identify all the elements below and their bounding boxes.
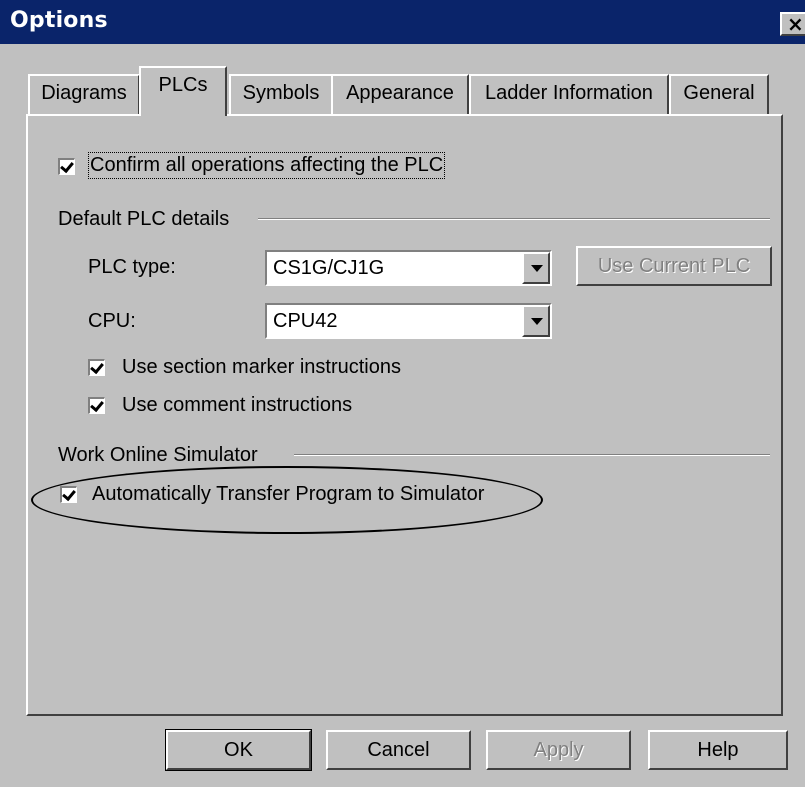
plc-type-select[interactable]: CS1G/CJ1G bbox=[265, 250, 552, 286]
plc-type-value: CS1G/CJ1G bbox=[273, 257, 385, 279]
close-icon: × bbox=[787, 12, 804, 36]
confirm-operations-checkbox[interactable] bbox=[58, 158, 75, 175]
plc-type-label: PLC type: bbox=[88, 256, 176, 278]
options-dialog: Options × Diagrams PLCs Symbols Appearan… bbox=[0, 0, 805, 787]
tab-ladder-information[interactable]: Ladder Information bbox=[469, 74, 669, 114]
chevron-down-icon[interactable] bbox=[522, 252, 550, 284]
auto-transfer-label[interactable]: Automatically Transfer Program to Simula… bbox=[92, 483, 484, 506]
tab-plcs[interactable]: PLCs bbox=[139, 66, 227, 116]
ok-button[interactable]: OK bbox=[165, 729, 312, 771]
window-title: Options bbox=[10, 8, 108, 33]
cpu-value: CPU42 bbox=[273, 310, 338, 332]
tab-appearance[interactable]: Appearance bbox=[331, 74, 469, 114]
cancel-button[interactable]: Cancel bbox=[326, 730, 471, 770]
auto-transfer-checkbox[interactable] bbox=[60, 486, 77, 503]
title-bar[interactable]: Options × bbox=[0, 0, 805, 44]
help-button[interactable]: Help bbox=[648, 730, 788, 770]
cpu-label: CPU: bbox=[88, 310, 136, 332]
work-online-simulator-heading: Work Online Simulator bbox=[58, 444, 258, 466]
use-comment-label[interactable]: Use comment instructions bbox=[122, 394, 352, 417]
use-section-marker-label[interactable]: Use section marker instructions bbox=[122, 356, 401, 379]
apply-button[interactable]: Apply bbox=[486, 730, 631, 770]
confirm-operations-label[interactable]: Confirm all operations affecting the PLC bbox=[87, 152, 446, 179]
tab-general[interactable]: General bbox=[669, 74, 769, 114]
use-current-plc-button[interactable]: Use Current PLC bbox=[576, 246, 772, 286]
cpu-select[interactable]: CPU42 bbox=[265, 303, 552, 339]
use-section-marker-checkbox[interactable] bbox=[88, 359, 105, 376]
use-comment-checkbox[interactable] bbox=[88, 397, 105, 414]
work-online-simulator-divider bbox=[294, 454, 770, 456]
tab-diagrams[interactable]: Diagrams bbox=[28, 74, 140, 114]
tab-symbols[interactable]: Symbols bbox=[229, 74, 333, 114]
chevron-down-icon[interactable] bbox=[522, 305, 550, 337]
close-button[interactable]: × bbox=[780, 12, 805, 36]
default-plc-details-heading: Default PLC details bbox=[58, 208, 230, 230]
default-plc-details-divider bbox=[258, 218, 770, 220]
